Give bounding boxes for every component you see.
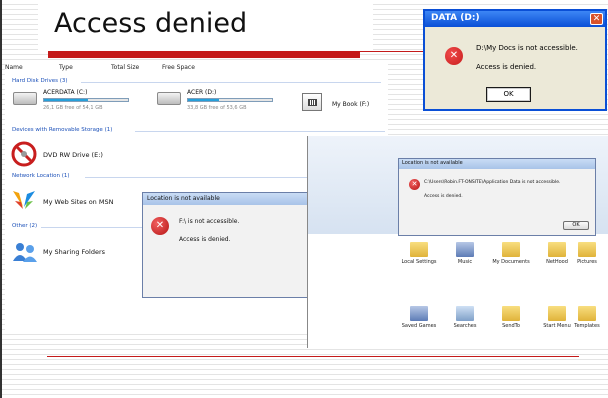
folder-label: Local Settings <box>401 259 437 265</box>
title-underline <box>48 51 360 58</box>
slide: Name Type Total Size Free Space Hard Dis… <box>0 0 608 398</box>
hard-drive-icon[interactable] <box>157 92 181 105</box>
section-hard-disk-drives[interactable]: Hard Disk Drives (3) <box>12 78 68 84</box>
folder-label: Saved Games <box>401 323 437 329</box>
folder-music[interactable]: Music <box>443 242 487 265</box>
dvd-drive-name[interactable]: DVD RW Drive (E:) <box>43 151 103 159</box>
folder-icon <box>548 242 566 257</box>
section-network-location[interactable]: Network Location (1) <box>12 173 70 179</box>
other-item-name[interactable]: My Sharing Folders <box>43 248 105 256</box>
folder-label: Templates <box>574 323 600 329</box>
slide-frame-line <box>0 0 2 398</box>
section-other[interactable]: Other (2) <box>12 223 37 229</box>
folder-icon <box>578 242 596 257</box>
column-header-type[interactable]: Type <box>59 64 73 74</box>
column-header-total-size[interactable]: Total Size <box>111 64 139 74</box>
folder-label: My Documents <box>492 259 530 265</box>
dialog-title: Location is not available <box>399 159 595 169</box>
drive-c-free: 26,1 GB free of 54,1 GB <box>43 105 103 111</box>
drive-c-name[interactable]: ACERDATA (C:) <box>43 89 87 96</box>
section-removable-storage[interactable]: Devices with Removable Storage (1) <box>12 127 112 133</box>
folder-label: Pictures <box>577 259 597 265</box>
music-folder-icon <box>456 242 474 257</box>
drive-d-name[interactable]: ACER (D:) <box>187 89 216 96</box>
dialog-title: DATA (D:) <box>425 11 605 27</box>
drive-d-usage-fill <box>188 99 220 101</box>
dialog-detail: Access is denied. <box>424 194 463 199</box>
close-icon[interactable]: ✕ <box>590 13 603 25</box>
ok-button[interactable]: OK <box>563 221 589 230</box>
drive-d-usage-bar <box>187 98 273 102</box>
folder-icon <box>548 306 566 321</box>
section-divider <box>135 131 385 132</box>
folder-label: SendTo <box>502 323 520 329</box>
folder-label: Music <box>457 259 473 265</box>
folder-local-settings[interactable]: Local Settings <box>397 242 441 265</box>
drive-f-name[interactable]: My Book (F:) <box>332 101 369 108</box>
dvd-drive-icon[interactable] <box>11 141 37 167</box>
dialog-message: D:\My Docs is not accessible. <box>476 44 578 52</box>
drive-c-usage-bar <box>43 98 129 102</box>
network-item-name[interactable]: My Web Sites on MSN <box>43 198 113 206</box>
sharing-folders-icon[interactable] <box>11 241 39 263</box>
folder-label: Searches <box>453 323 477 329</box>
folder-icon <box>410 242 428 257</box>
column-header-free-space[interactable]: Free Space <box>162 64 195 74</box>
error-icon: ✕ <box>445 47 463 65</box>
slide-title: Access denied <box>38 4 373 50</box>
hard-drive-icon[interactable] <box>13 92 37 105</box>
folder-icon <box>502 306 520 321</box>
folder-my-documents[interactable]: My Documents <box>489 242 533 265</box>
drive-c-usage-fill <box>44 99 88 101</box>
folder-sendto[interactable]: SendTo <box>489 306 533 329</box>
dialog-detail: Access is denied. <box>476 63 537 71</box>
bottom-rule <box>47 356 579 357</box>
drive-d-free: 33,8 GB free of 53,6 GB <box>187 105 247 111</box>
error-icon: ✕ <box>151 217 169 235</box>
folder-templates[interactable]: Templates <box>565 306 608 329</box>
saved-games-icon <box>410 306 428 321</box>
ok-button[interactable]: OK <box>486 87 531 102</box>
folder-icon <box>578 306 596 321</box>
user-profile-folder-window: Location is not available ✕ C:\Users\Rob… <box>307 136 608 348</box>
dialog-message: C:\Users\Robin.FT-ONSITE\Application Dat… <box>424 180 561 185</box>
msn-butterfly-icon[interactable] <box>11 187 37 211</box>
external-drive-icon[interactable] <box>302 93 322 111</box>
section-divider <box>81 82 381 83</box>
folder-pictures[interactable]: Pictures <box>565 242 608 265</box>
dialog-message: F:\ is not accessible. <box>179 218 240 225</box>
folder-saved-games[interactable]: Saved Games <box>397 306 441 329</box>
folder-searches[interactable]: Searches <box>443 306 487 329</box>
column-header-name[interactable]: Name <box>5 64 23 74</box>
dialog-detail: Access is denied. <box>179 236 231 243</box>
searches-icon <box>456 306 474 321</box>
folder-icon <box>502 242 520 257</box>
appdata-unavailable-dialog: Location is not available ✕ C:\Users\Rob… <box>398 158 596 236</box>
title-thin-line <box>360 51 430 52</box>
error-icon: ✕ <box>409 179 420 190</box>
xp-access-denied-dialog: DATA (D:) ✕ ✕ D:\My Docs is not accessib… <box>423 9 607 111</box>
